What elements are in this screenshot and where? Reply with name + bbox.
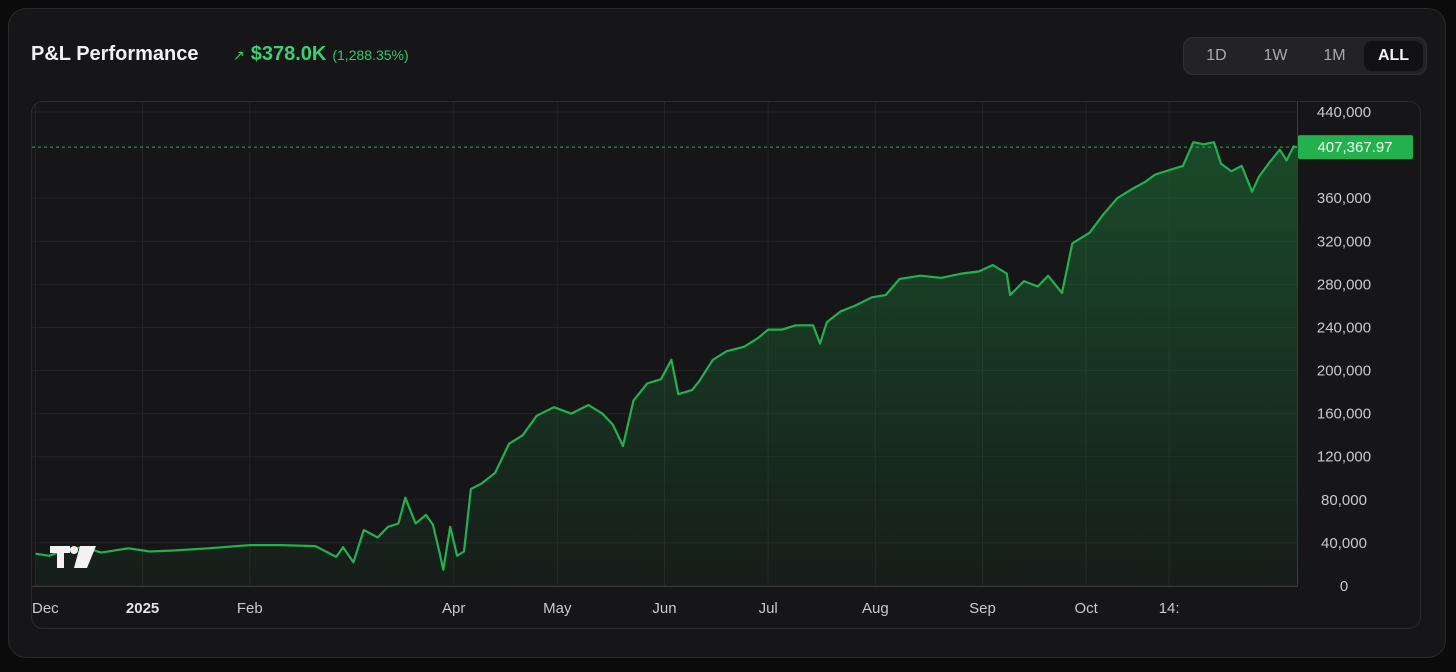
y-axis-ticks: 0 40,000 80,000 120,000 160,000 200,000 240,00… (1317, 104, 1371, 595)
x-tick-label: Feb (237, 600, 263, 617)
pnl-value: $378.0K (250, 43, 327, 65)
x-axis-ticks: Dec 2025 Feb Apr May Jun Jul Aug Sep Oct 14: (32, 600, 1180, 617)
pnl-percent: (1,288.35%) (332, 47, 409, 63)
range-1w-button[interactable]: 1W (1246, 41, 1305, 71)
y-tick-label: 440,000 (1317, 104, 1371, 121)
trending-up-icon: ↗ (233, 47, 245, 63)
x-tick-label: Apr (442, 600, 465, 617)
y-tick-label: 80,000 (1321, 492, 1367, 509)
y-tick-label: 160,000 (1317, 406, 1371, 423)
x-tick-label: 2025 (126, 600, 159, 617)
x-tick-label: Sep (969, 600, 996, 617)
range-all-button[interactable]: ALL (1364, 41, 1423, 71)
x-tick-label: Jul (759, 600, 778, 617)
pnl-chart[interactable]: 0 40,000 80,000 120,000 160,000 200,000 240,00… (32, 102, 1420, 628)
y-tick-label: 200,000 (1317, 363, 1371, 380)
card-title: P&L Performance (31, 43, 199, 65)
x-tick-label: 14: (1159, 600, 1180, 617)
y-tick-label: 240,000 (1317, 319, 1371, 336)
y-tick-label: 40,000 (1321, 535, 1367, 552)
y-tick-label: 360,000 (1317, 190, 1371, 207)
last-value-label: 407,367.97 (1317, 139, 1392, 156)
y-tick-label: 120,000 (1317, 449, 1371, 466)
y-tick-label: 280,000 (1317, 276, 1371, 293)
range-1m-button[interactable]: 1M (1305, 41, 1364, 71)
last-value-badge: 407,367.97 (1298, 135, 1413, 160)
y-tick-label: 320,000 (1317, 233, 1371, 250)
chart-container[interactable]: 0 40,000 80,000 120,000 160,000 200,000 240,00… (31, 101, 1421, 629)
pnl-summary: ↗ $378.0K (1,288.35%) (233, 43, 409, 66)
x-tick-label: Dec (32, 600, 59, 617)
x-tick-label: Jun (652, 600, 676, 617)
pnl-performance-card: P&L Performance ↗ $378.0K (1,288.35%) 1D… (8, 8, 1446, 658)
range-1d-button[interactable]: 1D (1187, 41, 1246, 71)
x-tick-label: Oct (1074, 600, 1098, 617)
y-tick-label: 0 (1340, 578, 1348, 595)
time-range-selector: 1D 1W 1M ALL (1183, 37, 1427, 75)
x-tick-label: Aug (862, 600, 889, 617)
x-tick-label: May (543, 600, 572, 617)
